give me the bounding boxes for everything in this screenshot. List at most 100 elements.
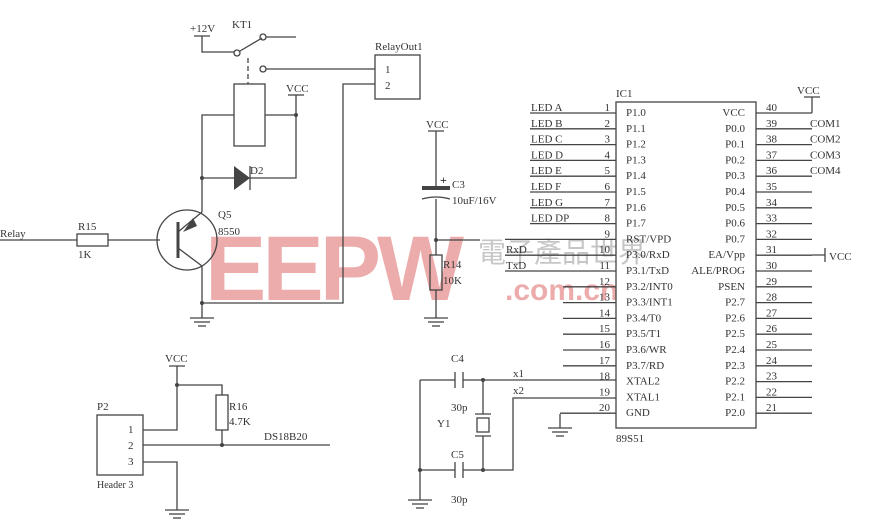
pin-name-p2-0: P2.0: [725, 407, 745, 419]
header-p2: [96, 414, 144, 476]
pin-number-15: 15: [599, 323, 611, 335]
pin-number-34: 34: [766, 197, 778, 209]
pin-name-p3-5-t1: P3.5/T1: [626, 328, 661, 340]
pin-number-11: 11: [599, 260, 610, 272]
net-label-led-dp: LED DP: [531, 213, 569, 225]
pin-name-p0-3: P0.3: [725, 170, 745, 182]
net-label-led-d: LED D: [531, 149, 563, 161]
pin-number-32: 32: [766, 228, 777, 240]
pin-name-p1-1: P1.1: [626, 123, 646, 135]
watermark: EEPW 電子產品世界 .com.cn: [205, 218, 646, 320]
pin-name-psen: PSEN: [718, 281, 745, 293]
net-label-led-e: LED E: [531, 165, 562, 177]
ground-icon: [407, 499, 433, 509]
pin-number-8: 8: [605, 213, 611, 225]
schematic: EEPW 電子產品世界 .com.cn Relay R15 1K Q5 8550…: [0, 19, 852, 519]
pin-number-4: 4: [605, 149, 611, 161]
ic1-part: 89S51: [616, 433, 644, 445]
pin-name-xtal2: XTAL2: [626, 376, 660, 388]
pin-name-p1-2: P1.2: [626, 139, 646, 151]
pin-number-26: 26: [766, 323, 778, 335]
pin-name-p2-3: P2.3: [725, 360, 745, 372]
pin-number-39: 39: [766, 118, 778, 130]
pin-number-36: 36: [766, 165, 778, 177]
ds18b20-net-label: DS18B20: [264, 431, 308, 443]
supply-12v-label: +12V: [190, 23, 215, 35]
c5-value: 30p: [451, 494, 468, 506]
pin-name-vcc: VCC: [722, 107, 745, 119]
pin-name-p0-7: P0.7: [725, 233, 745, 245]
pin-name-p2-1: P2.1: [725, 391, 745, 403]
pin-name-p1-4: P1.4: [626, 170, 646, 182]
net-label-led-c: LED C: [531, 134, 562, 146]
net-label-rxd: RxD: [506, 244, 527, 256]
net-label-led-g: LED G: [531, 197, 563, 209]
relay-switch-kt1: [194, 33, 375, 84]
pin-name-gnd: GND: [626, 407, 650, 419]
pin-number-7: 7: [605, 197, 611, 209]
y1-ref: Y1: [437, 418, 450, 430]
pin-name-p0-6: P0.6: [725, 218, 745, 230]
pin-name-p2-2: P2.2: [725, 376, 745, 388]
pin-number-33: 33: [766, 213, 778, 225]
pin-name-p3-3-int1: P3.3/INT1: [626, 297, 673, 309]
pin-name-p3-1-txd: P3.1/TxD: [626, 265, 669, 277]
p2-pin3: 3: [128, 456, 134, 468]
pin-number-28: 28: [766, 292, 778, 304]
r14-value: 10K: [443, 275, 462, 287]
net-label-led-b: LED B: [531, 118, 562, 130]
watermark-logo: EEPW: [205, 218, 464, 320]
ground-icon: [547, 427, 573, 437]
pin-name-p0-1: P0.1: [725, 139, 745, 151]
ground-icon: [164, 509, 190, 519]
crystal-circuit: C4 30p C5 30p Y1 x1 x2: [407, 353, 616, 509]
ic1-vcc-label: VCC: [797, 85, 820, 97]
pin-number-13: 13: [599, 292, 611, 304]
pin-name-p0-4: P0.4: [725, 186, 745, 198]
pin-number-12: 12: [599, 276, 610, 288]
pin-number-24: 24: [766, 355, 778, 367]
relay-out-connector: [374, 54, 421, 100]
c3-ref: C3: [452, 179, 465, 191]
pin-name-p0-5: P0.5: [725, 202, 745, 214]
pin-number-18: 18: [599, 371, 611, 383]
pin-number-22: 22: [766, 386, 777, 398]
ea-vcc-label: VCC: [829, 251, 852, 263]
pin-number-19: 19: [599, 386, 611, 398]
pin-name-p0-2: P0.2: [725, 154, 745, 166]
pin-number-5: 5: [605, 165, 611, 177]
pin-number-9: 9: [605, 228, 611, 240]
r15-value: 1K: [78, 249, 92, 261]
sensor-vcc-label: VCC: [165, 353, 188, 365]
c3-value: 10uF/16V: [452, 195, 497, 207]
p2-pin2: 2: [128, 440, 134, 452]
pin-number-27: 27: [766, 307, 778, 319]
p2-part: Header 3: [97, 480, 133, 491]
x1-net-label: x1: [513, 368, 524, 380]
net-label-txd: TxD: [506, 260, 526, 272]
pin-number-16: 16: [599, 339, 611, 351]
pin-name-p1-5: P1.5: [626, 186, 646, 198]
pin-name-p1-6: P1.6: [626, 202, 646, 214]
relay-net-label: Relay: [0, 228, 26, 240]
p2-ref: P2: [97, 401, 109, 413]
pin-name-rst-vpd: RST/VPD: [626, 233, 671, 245]
pin-number-10: 10: [599, 244, 611, 256]
net-label-com4: COM4: [810, 165, 841, 177]
pin-name-p2-5: P2.5: [725, 328, 745, 340]
resistor-r15: [76, 233, 109, 247]
pin-number-2: 2: [605, 118, 611, 130]
crystal-y1: [476, 417, 490, 433]
c4-ref: C4: [451, 353, 464, 365]
c5-ref: C5: [451, 449, 464, 461]
pin-number-35: 35: [766, 181, 778, 193]
pin-name-p1-7: P1.7: [626, 218, 646, 230]
p2-pin1: 1: [128, 424, 134, 436]
pin-name-p3-0-rxd: P3.0/RxD: [626, 249, 670, 261]
q5-value: 8550: [218, 226, 241, 238]
pin-number-25: 25: [766, 339, 778, 351]
pin-number-40: 40: [766, 102, 778, 114]
relay-out-pin2: 2: [385, 80, 391, 92]
pin-name-p2-6: P2.6: [725, 312, 745, 324]
q5-ref: Q5: [218, 209, 232, 221]
